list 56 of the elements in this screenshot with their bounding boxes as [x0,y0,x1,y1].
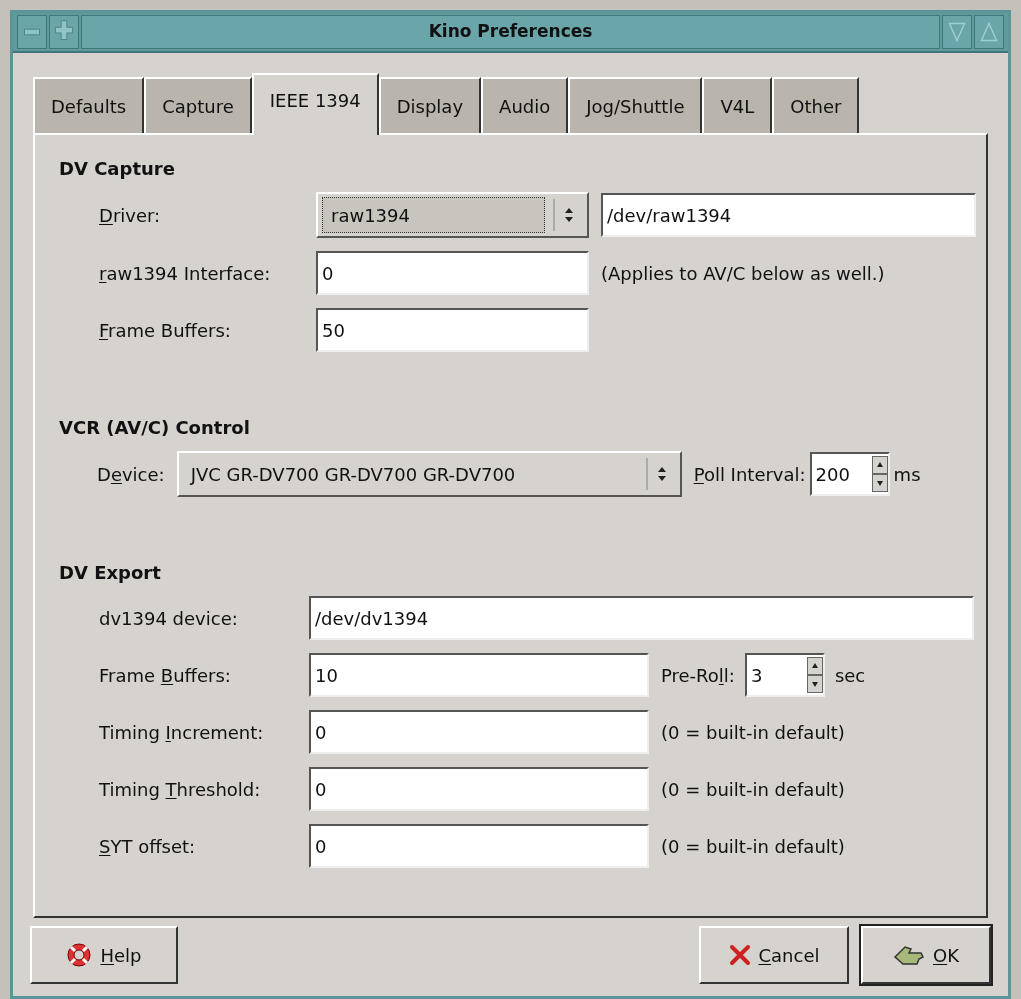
minimize-icon[interactable] [17,15,47,49]
text-field[interactable]: 50 [316,308,589,352]
field-label: Device: [97,462,165,487]
ok-button[interactable]: OK [861,926,991,984]
tab[interactable]: Defaults [33,77,145,133]
maximize-icon[interactable] [49,15,79,49]
hint-text: (0 = built-in default) [661,834,845,859]
field-label: SYT offset: [99,834,196,859]
hint-text: sec [834,663,866,688]
field-label: Driver: [99,203,161,228]
hint-text: (0 = built-in default) [661,720,845,745]
help-button[interactable]: Help [30,926,178,984]
button-label: Cancel [758,943,820,968]
hint-text: (Applies to AV/C below as well.) [601,261,885,286]
text-field[interactable]: 10 [309,653,649,697]
text-field[interactable]: /dev/raw1394 [601,193,976,237]
x-mark-icon [728,944,751,966]
section-heading: DV Capture [59,157,176,181]
field-label: Pre-Roll: [661,663,735,688]
section-heading: DV Export [59,561,162,585]
tab[interactable]: Capture [144,77,252,133]
lifebuoy-icon [66,942,93,968]
field-label: Frame Buffers: [99,318,231,343]
hint-text: (0 = built-in default) [661,777,845,802]
cancel-button[interactable]: Cancel [699,926,849,984]
text-field[interactable]: 0 [309,767,649,811]
tab[interactable]: Other [772,77,860,133]
dropdown[interactable]: raw1394 [316,192,589,238]
text-field[interactable]: /dev/dv1394 [309,596,974,640]
button-label: Help [100,943,142,968]
window-title: Kino Preferences [428,20,593,44]
hint-text: ms [893,462,921,487]
field-label: Timing Threshold: [99,777,261,802]
tab[interactable]: Audio [481,77,569,133]
tab[interactable]: IEEE 1394 [251,73,379,135]
hand-icon [893,943,925,967]
text-field[interactable]: 0 [316,251,589,295]
field-label: Timing Increment: [99,720,264,745]
field-label: dv1394 device: [99,606,238,631]
tab[interactable]: Jog/Shuttle [568,77,703,133]
field-label: Frame Buffers: [99,663,231,688]
spin-arrows-icon[interactable] [806,657,823,693]
field-label: raw1394 Interface: [99,261,271,286]
tab[interactable]: Display [378,77,482,133]
shade-up-icon[interactable] [974,15,1004,49]
button-label: OK [933,943,959,968]
spin-field[interactable]: 3 [744,653,825,697]
text-field[interactable]: 0 [309,710,649,754]
tab[interactable]: V4L [702,77,773,133]
section-heading: VCR (AV/C) Control [59,416,251,440]
dropdown[interactable]: JVC GR-DV700 GR-DV700 GR-DV700 [176,451,682,497]
spin-field[interactable]: 200 [809,452,890,496]
spin-arrows-icon[interactable] [871,456,888,492]
field-label: Poll Interval: [693,462,806,487]
shade-down-icon[interactable] [942,15,972,49]
text-field[interactable]: 0 [309,824,649,868]
